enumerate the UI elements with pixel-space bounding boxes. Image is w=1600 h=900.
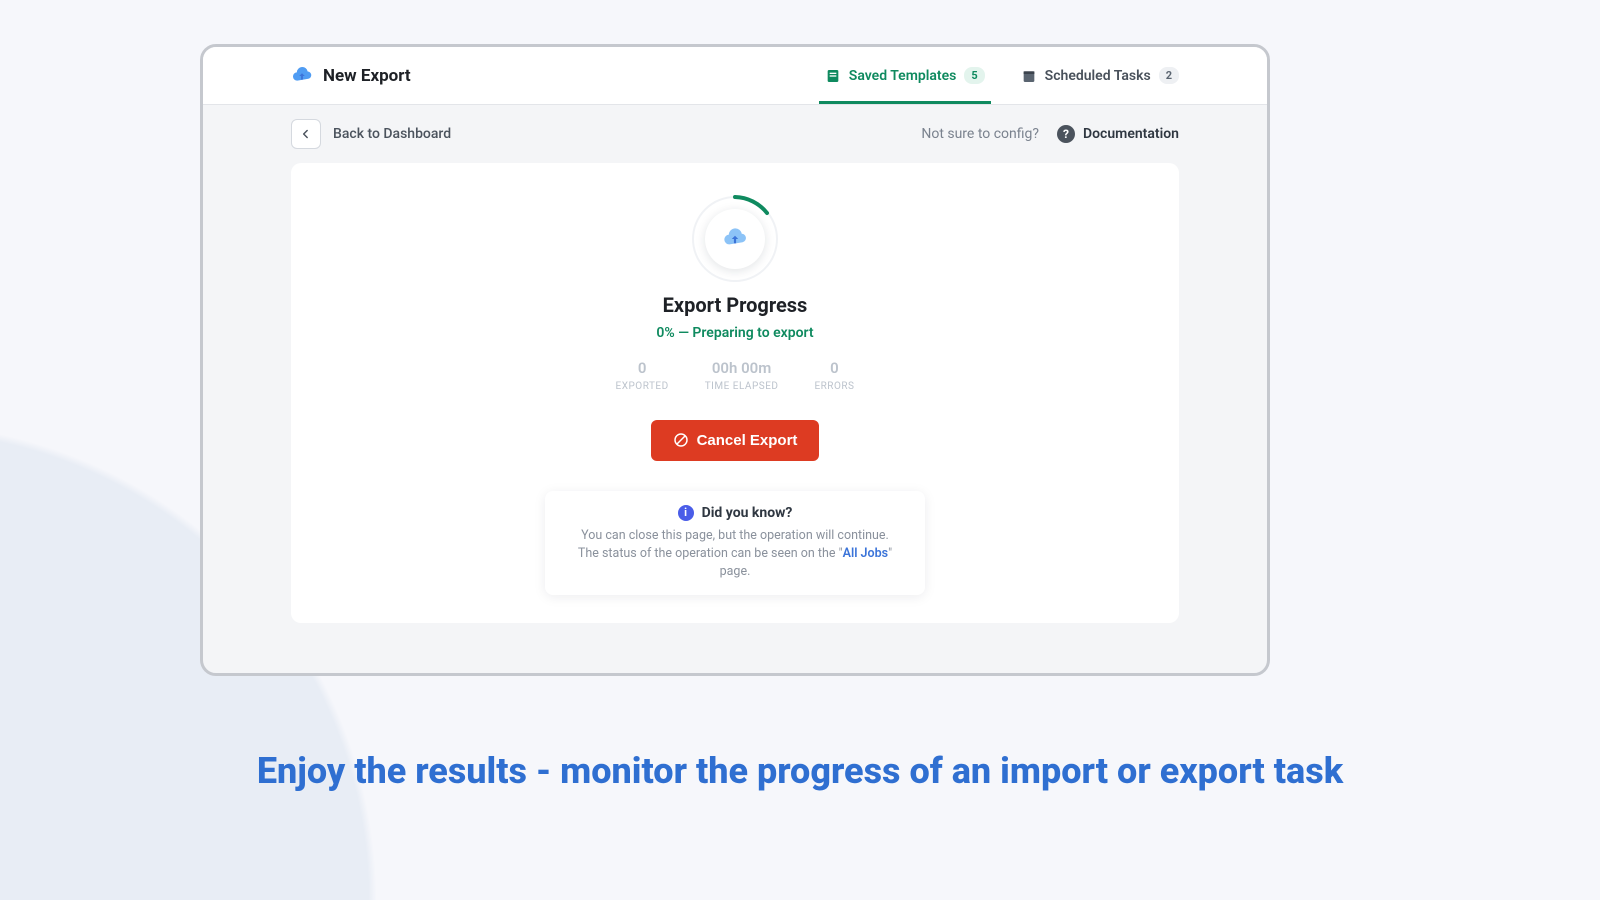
stat-exported: 0 EXPORTED [616, 359, 669, 392]
page-title: New Export [323, 66, 411, 86]
documentation-link[interactable]: ? Documentation [1057, 125, 1179, 143]
all-jobs-link[interactable]: All Jobs [843, 546, 888, 561]
progress-spinner [689, 193, 781, 267]
tip-title-row: i Did you know? [563, 505, 907, 521]
stat-value: 0 [814, 359, 854, 377]
header-tabs: Saved Templates 5 Scheduled Tasks 2 [825, 47, 1179, 104]
top-bar: New Export Saved Templates 5 Scheduled T… [203, 47, 1267, 105]
tip-box: i Did you know? You can close this page,… [545, 491, 925, 595]
documentation-label: Documentation [1083, 126, 1179, 142]
tip-body: You can close this page, but the operati… [563, 527, 907, 581]
calendar-icon [1021, 68, 1037, 84]
marketing-tagline: Enjoy the results - monitor the progress… [0, 750, 1600, 792]
stat-value: 00h 00m [705, 359, 779, 377]
tip-title: Did you know? [702, 505, 793, 521]
info-icon: i [678, 505, 694, 521]
stat-label: TIME ELAPSED [705, 381, 779, 392]
tip-line2-pre: The status of the operation can be seen … [578, 546, 843, 561]
stat-errors: 0 ERRORS [814, 359, 854, 392]
tip-line1: You can close this page, but the operati… [581, 528, 889, 543]
tab-count-badge: 5 [964, 67, 984, 84]
tab-count-badge: 2 [1159, 67, 1179, 84]
progress-card: Export Progress 0% — Preparing to export… [291, 163, 1179, 623]
stat-value: 0 [616, 359, 669, 377]
stat-label: EXPORTED [616, 381, 669, 392]
cancel-icon [673, 432, 689, 448]
template-icon [825, 68, 841, 84]
question-icon: ? [1057, 125, 1075, 143]
app-window: New Export Saved Templates 5 Scheduled T… [200, 44, 1270, 676]
help-area: Not sure to config? ? Documentation [921, 125, 1179, 143]
sub-bar: Back to Dashboard Not sure to config? ? … [203, 105, 1267, 163]
cloud-upload-icon [722, 226, 748, 252]
stat-label: ERRORS [814, 381, 854, 392]
tab-label: Saved Templates [849, 68, 957, 84]
tab-scheduled-tasks[interactable]: Scheduled Tasks 2 [1021, 47, 1179, 104]
cancel-export-button[interactable]: Cancel Export [651, 420, 820, 461]
back-button[interactable] [291, 119, 321, 149]
spinner-inner [705, 209, 765, 269]
progress-status: 0% — Preparing to export [656, 325, 813, 341]
arrow-left-icon [299, 127, 313, 141]
tab-label: Scheduled Tasks [1045, 68, 1151, 84]
cloud-upload-icon [291, 65, 313, 87]
progress-title: Export Progress [663, 293, 808, 317]
tab-saved-templates[interactable]: Saved Templates 5 [825, 47, 985, 104]
progress-stats: 0 EXPORTED 00h 00m TIME ELAPSED 0 ERRORS [616, 359, 855, 392]
cancel-label: Cancel Export [697, 432, 798, 449]
brand: New Export [291, 65, 411, 87]
stat-elapsed: 00h 00m TIME ELAPSED [705, 359, 779, 392]
back-label: Back to Dashboard [333, 126, 451, 142]
help-prompt: Not sure to config? [921, 126, 1039, 142]
